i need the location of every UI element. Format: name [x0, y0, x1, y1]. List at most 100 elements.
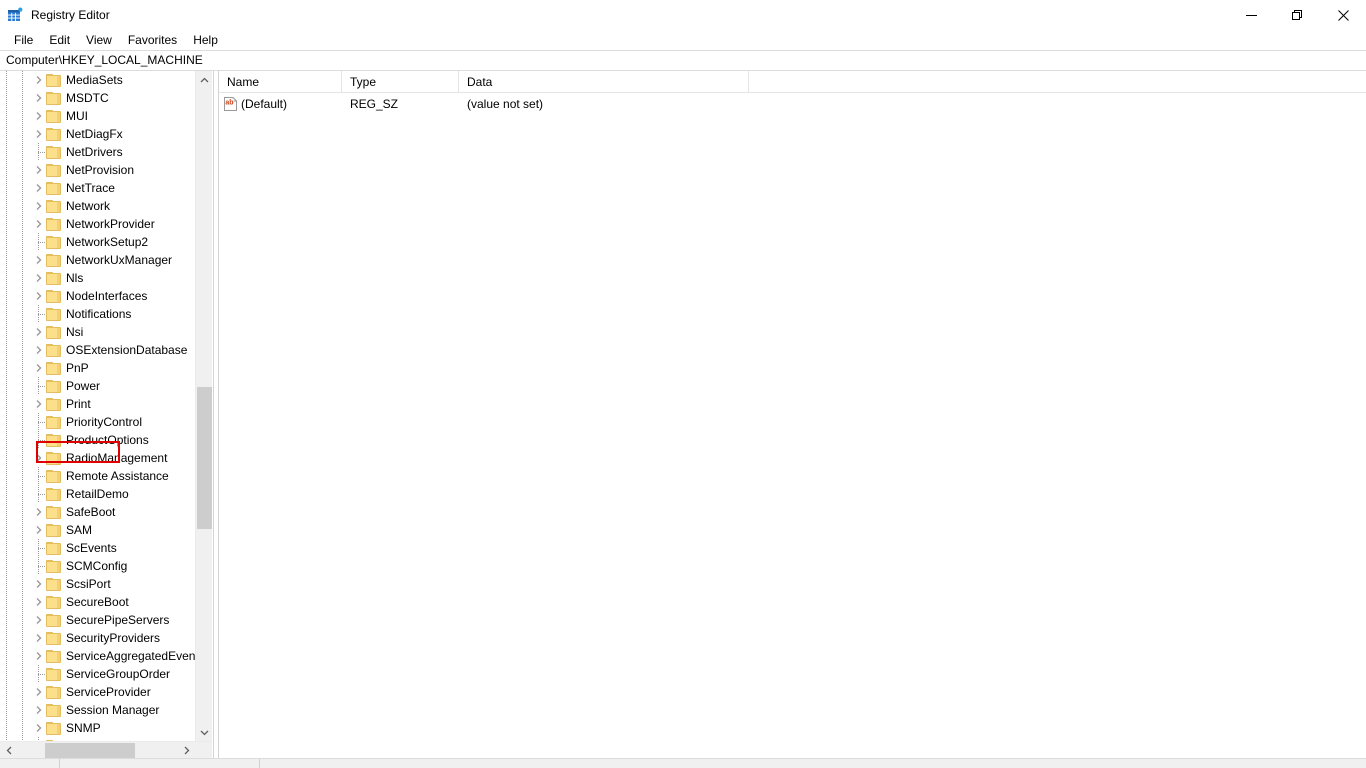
chevron-right-icon[interactable]: [178, 742, 195, 759]
tree-hscroll-thumb[interactable]: [45, 743, 135, 758]
tree-item-label: OSExtensionDatabase: [66, 343, 188, 357]
tree-item-sam[interactable]: SAM: [0, 521, 196, 539]
chevron-right-icon[interactable]: [34, 399, 44, 409]
tree-item-msdtc[interactable]: MSDTC: [0, 89, 196, 107]
tree-vertical-scrollbar[interactable]: [195, 71, 212, 741]
column-header-type[interactable]: Type: [342, 71, 459, 93]
tree-item-nsi[interactable]: Nsi: [0, 323, 196, 341]
folder-icon: [46, 596, 61, 609]
string-value-icon: ab: [224, 97, 237, 111]
restore-button[interactable]: [1274, 0, 1320, 30]
chevron-right-icon[interactable]: [34, 291, 44, 301]
tree-item-networksetup2[interactable]: NetworkSetup2: [0, 233, 196, 251]
column-header-data[interactable]: Data: [459, 71, 749, 93]
chevron-right-icon[interactable]: [34, 75, 44, 85]
tree-item-netprovision[interactable]: NetProvision: [0, 161, 196, 179]
tree-item-scmconfig[interactable]: SCMConfig: [0, 557, 196, 575]
tree-item-prioritycontrol[interactable]: PriorityControl: [0, 413, 196, 431]
tree-item-secureboot[interactable]: SecureBoot: [0, 593, 196, 611]
tree-item-securityproviders[interactable]: SecurityProviders: [0, 629, 196, 647]
tree-item-serviceaggregatedevents[interactable]: ServiceAggregatedEvents: [0, 647, 196, 665]
chevron-right-icon[interactable]: [34, 615, 44, 625]
tree-connector: [38, 242, 45, 243]
chevron-right-icon[interactable]: [34, 201, 44, 211]
chevron-right-icon[interactable]: [34, 579, 44, 589]
value-name-cell: ab (Default): [219, 97, 342, 111]
tree-item-pnp[interactable]: PnP: [0, 359, 196, 377]
folder-icon: [46, 380, 61, 393]
tree-horizontal-scrollbar[interactable]: [0, 741, 212, 759]
chevron-left-icon[interactable]: [0, 742, 17, 759]
chevron-right-icon[interactable]: [34, 183, 44, 193]
folder-icon: [46, 254, 61, 267]
tree-item-productoptions[interactable]: ProductOptions: [0, 431, 196, 449]
tree-item-safeboot[interactable]: SafeBoot: [0, 503, 196, 521]
minimize-button[interactable]: [1228, 0, 1274, 30]
chevron-right-icon[interactable]: [34, 507, 44, 517]
close-button[interactable]: [1320, 0, 1366, 30]
column-header-name[interactable]: Name: [219, 71, 342, 93]
tree-item-serviceprovider[interactable]: ServiceProvider: [0, 683, 196, 701]
menu-item-help[interactable]: Help: [185, 31, 226, 50]
tree-connector: [38, 422, 45, 423]
chevron-right-icon[interactable]: [34, 597, 44, 607]
tree-item-radiomanagement[interactable]: RadioManagement: [0, 449, 196, 467]
folder-icon: [46, 560, 61, 573]
tree-item-nettrace[interactable]: NetTrace: [0, 179, 196, 197]
tree-item-securepipeservers[interactable]: SecurePipeServers: [0, 611, 196, 629]
menu-item-favorites[interactable]: Favorites: [120, 31, 185, 50]
tree-vscroll-thumb[interactable]: [197, 387, 212, 529]
tree-item-netdiagfx[interactable]: NetDiagFx: [0, 125, 196, 143]
tree-item-networkuxmanager[interactable]: NetworkUxManager: [0, 251, 196, 269]
menu-item-view[interactable]: View: [78, 31, 120, 50]
tree-item-notifications[interactable]: Notifications: [0, 305, 196, 323]
chevron-right-icon[interactable]: [34, 687, 44, 697]
tree-item-nodeinterfaces[interactable]: NodeInterfaces: [0, 287, 196, 305]
chevron-up-icon[interactable]: [196, 71, 212, 88]
chevron-down-icon[interactable]: [196, 724, 212, 741]
folder-icon: [46, 506, 61, 519]
tree-item-mediasets[interactable]: MediaSets: [0, 71, 196, 89]
chevron-right-icon[interactable]: [34, 723, 44, 733]
tree-item-retaildemo[interactable]: RetailDemo: [0, 485, 196, 503]
chevron-right-icon[interactable]: [34, 705, 44, 715]
chevron-right-icon[interactable]: [34, 453, 44, 463]
folder-icon: [46, 362, 61, 375]
window-title: Registry Editor: [31, 8, 110, 22]
tree-item-netdrivers[interactable]: NetDrivers: [0, 143, 196, 161]
tree-item-scsiport[interactable]: ScsiPort: [0, 575, 196, 593]
chevron-right-icon[interactable]: [34, 255, 44, 265]
tree-connector: [38, 143, 39, 161]
chevron-right-icon[interactable]: [34, 129, 44, 139]
tree-connector: [38, 314, 45, 315]
tree-item-mui[interactable]: MUI: [0, 107, 196, 125]
tree-item-snmp[interactable]: SNMP: [0, 719, 196, 737]
chevron-right-icon[interactable]: [34, 363, 44, 373]
tree-item-label: MSDTC: [66, 91, 109, 105]
table-row[interactable]: ab (Default) REG_SZ (value not set): [219, 93, 1366, 115]
tree-item-label: SCMConfig: [66, 559, 128, 573]
tree-item-power[interactable]: Power: [0, 377, 196, 395]
tree-item-remote-assistance[interactable]: Remote Assistance: [0, 467, 196, 485]
chevron-right-icon[interactable]: [34, 111, 44, 121]
address-bar[interactable]: Computer\HKEY_LOCAL_MACHINE: [0, 50, 1366, 71]
chevron-right-icon[interactable]: [34, 165, 44, 175]
tree-item-scevents[interactable]: ScEvents: [0, 539, 196, 557]
tree-item-print[interactable]: Print: [0, 395, 196, 413]
chevron-right-icon[interactable]: [34, 345, 44, 355]
tree-item-session-manager[interactable]: Session Manager: [0, 701, 196, 719]
chevron-right-icon[interactable]: [34, 273, 44, 283]
chevron-right-icon[interactable]: [34, 651, 44, 661]
chevron-right-icon[interactable]: [34, 93, 44, 103]
chevron-right-icon[interactable]: [34, 633, 44, 643]
tree-item-networkprovider[interactable]: NetworkProvider: [0, 215, 196, 233]
chevron-right-icon[interactable]: [34, 219, 44, 229]
menu-item-edit[interactable]: Edit: [41, 31, 78, 50]
chevron-right-icon[interactable]: [34, 327, 44, 337]
chevron-right-icon[interactable]: [34, 525, 44, 535]
tree-item-nls[interactable]: Nls: [0, 269, 196, 287]
tree-item-network[interactable]: Network: [0, 197, 196, 215]
tree-item-osextensiondatabase[interactable]: OSExtensionDatabase: [0, 341, 196, 359]
tree-item-servicegrouporder[interactable]: ServiceGroupOrder: [0, 665, 196, 683]
menu-item-file[interactable]: File: [6, 31, 41, 50]
